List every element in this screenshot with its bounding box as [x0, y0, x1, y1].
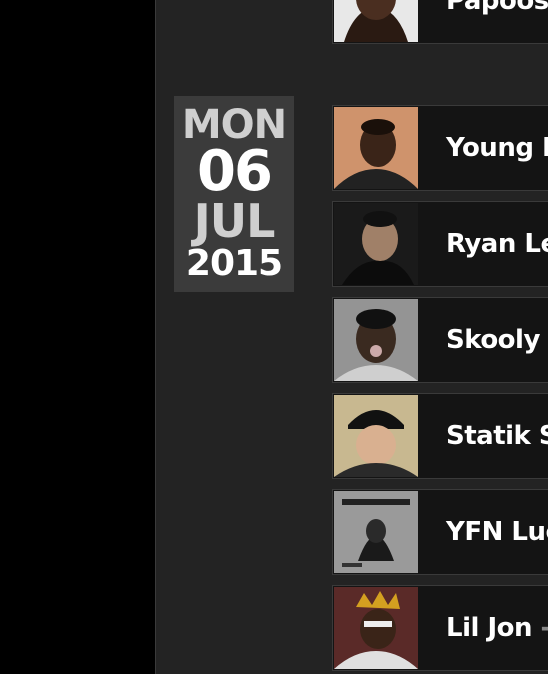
artist-thumbnail[interactable]: [334, 299, 418, 381]
date-month: JUL: [193, 194, 276, 248]
track-row[interactable]: YFN Lucc: [332, 489, 548, 575]
artist-thumbnail[interactable]: [334, 203, 418, 285]
track-row[interactable]: Ryan Les: [332, 201, 548, 287]
track-title[interactable]: Statik Sel: [446, 394, 548, 478]
date-day: 06: [197, 139, 273, 204]
track-title[interactable]: Ryan Les: [446, 202, 548, 286]
track-title[interactable]: Papoose: [446, 0, 548, 43]
left-blank-area: [0, 0, 155, 674]
artist-thumbnail[interactable]: [334, 491, 418, 573]
track-title[interactable]: Lil Jon -: [446, 586, 548, 670]
artist-thumbnail[interactable]: [334, 0, 418, 42]
track-row[interactable]: Lil Jon -: [332, 585, 548, 671]
track-row[interactable]: Statik Sel: [332, 393, 548, 479]
track-row[interactable]: Young Do: [332, 105, 548, 191]
date-badge: MON 06 JUL 2015: [174, 96, 294, 292]
track-title[interactable]: Skooly f: [446, 298, 548, 382]
track-title[interactable]: Young Do: [446, 106, 548, 190]
feed-column: MON 06 JUL 2015 Papoose Young D: [156, 0, 548, 674]
artist-thumbnail[interactable]: [334, 395, 418, 477]
artist-thumbnail[interactable]: [334, 107, 418, 189]
track-row[interactable]: Skooly f: [332, 297, 548, 383]
date-year: 2015: [185, 243, 283, 284]
track-row[interactable]: Papoose: [332, 0, 548, 44]
artist-thumbnail[interactable]: [334, 587, 418, 669]
track-title[interactable]: YFN Lucc: [446, 490, 548, 574]
